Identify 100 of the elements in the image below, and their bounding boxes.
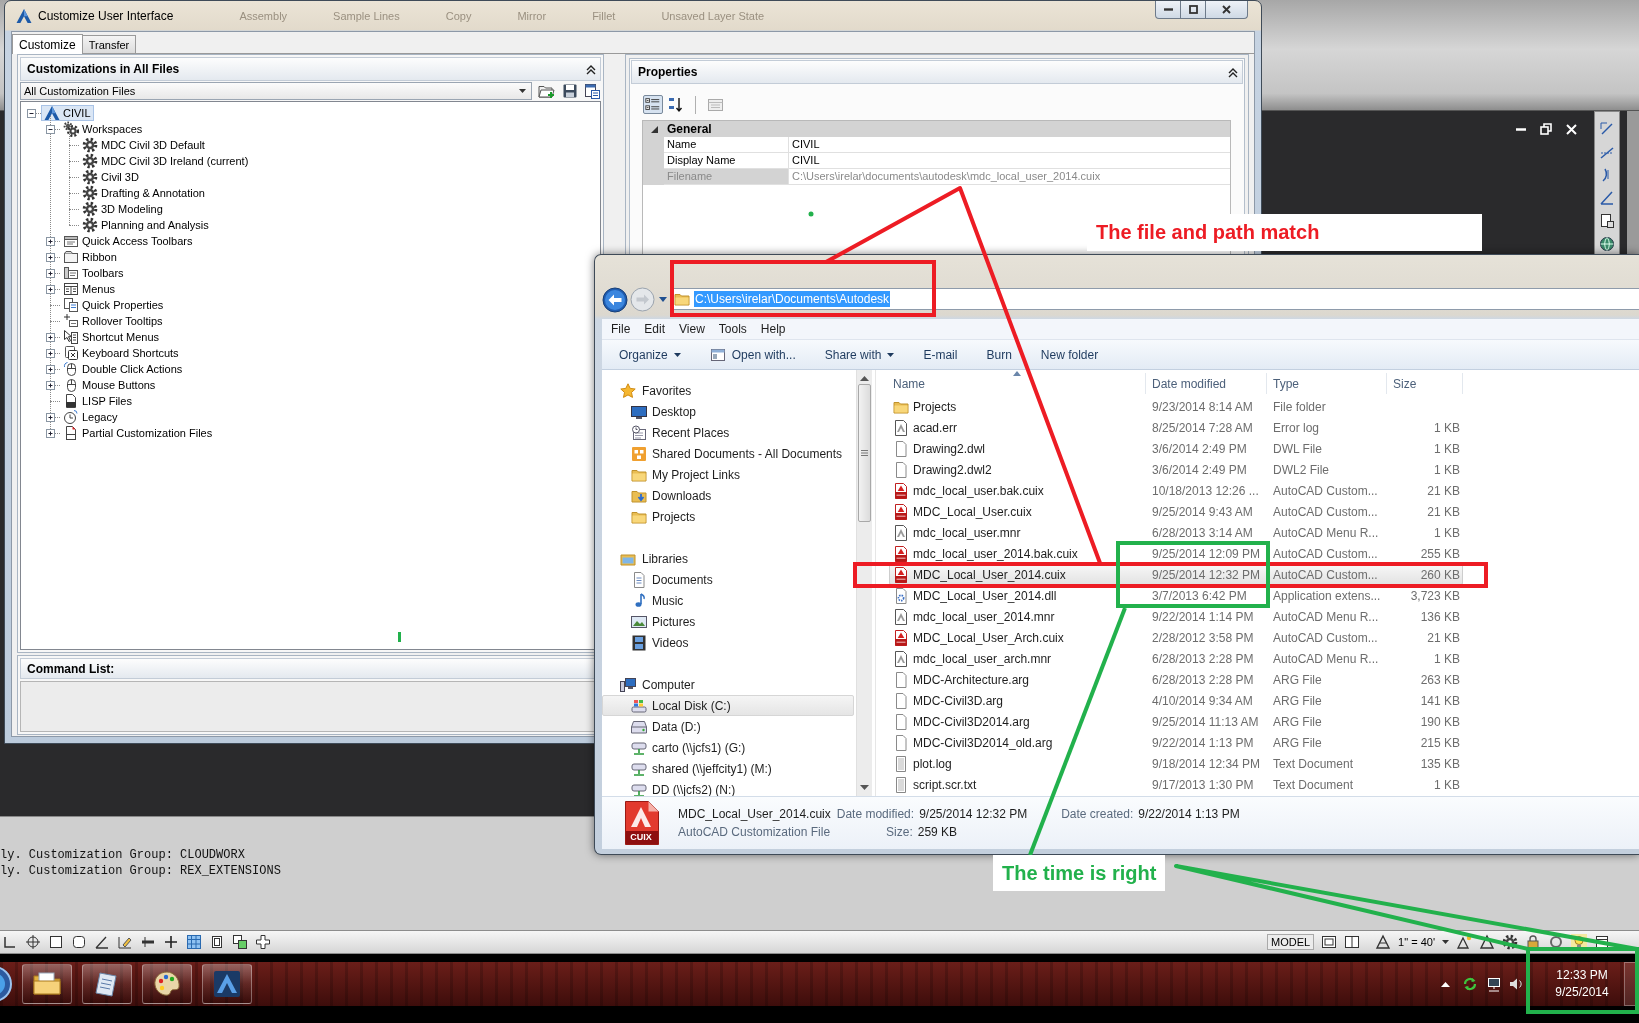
slanted-line-icon[interactable] (1599, 121, 1615, 137)
minus-box-icon[interactable] (46, 124, 55, 134)
target-icon[interactable] (25, 934, 41, 950)
sort-arrow-icon[interactable] (666, 95, 684, 114)
toolbar-button[interactable]: Share with (818, 342, 901, 367)
ring-icon[interactable] (1548, 934, 1564, 950)
taskbar-button[interactable] (22, 964, 72, 1004)
nav-item[interactable]: Music (602, 590, 854, 611)
minimize-icon[interactable] (1516, 127, 1526, 131)
plus-box-icon[interactable] (46, 268, 55, 278)
window-list-icon[interactable] (584, 82, 601, 100)
collapse-triangle-icon[interactable] (651, 125, 658, 133)
file-row[interactable]: Drawing2.dwl2 3/6/2014 2:49 PM DWL2 File 1 KB (889, 459, 1463, 480)
file-row[interactable]: Drawing2.dwl 3/6/2014 2:49 PM DWL File 1 KB (889, 438, 1463, 459)
close-button[interactable] (1205, 1, 1248, 19)
restore-icon[interactable] (1540, 123, 1552, 135)
plus-box-icon[interactable] (46, 332, 55, 342)
annotation-scale[interactable]: 1" = 40' (1398, 936, 1435, 948)
menu-item[interactable]: Tools (711, 322, 754, 336)
tree-item[interactable]: Workspaces (60, 121, 146, 137)
angle-icon[interactable] (94, 934, 110, 950)
nav-item[interactable]: DD (\\jcfs2) (N:) (602, 779, 854, 796)
file-row[interactable]: acad.err 8/25/2014 7:28 AM Error log 1 KB (889, 417, 1463, 438)
close-icon[interactable] (1566, 123, 1577, 135)
tree-item[interactable]: Menus (60, 281, 119, 297)
tree-item[interactable]: Legacy (60, 409, 121, 425)
toolbar-button[interactable]: Open with... (703, 342, 802, 367)
nav-item[interactable]: Recent Places (602, 422, 854, 443)
angle-icon[interactable] (1599, 190, 1615, 206)
file-row[interactable]: mdc_local_user.mnr 6/28/2013 3:14 AM AutoCAD Menu R... 1 KB (889, 522, 1463, 543)
file-row[interactable]: MDC-Architecture.arg 6/28/2013 2:28 PM ARG File 263 KB (889, 669, 1463, 690)
plus-box-icon[interactable] (46, 252, 55, 262)
tree-item[interactable]: Keyboard Shortcuts (60, 345, 182, 361)
sync-arrows-icon[interactable] (1462, 976, 1478, 992)
back-arrow-icon[interactable] (602, 287, 628, 313)
plus-box-icon[interactable] (46, 348, 55, 358)
nav-item[interactable]: Computer (602, 674, 854, 695)
line-weight-icon[interactable] (140, 934, 156, 950)
window-icon[interactable] (1594, 934, 1610, 950)
nav-item[interactable]: Libraries (602, 548, 854, 569)
minus-box-icon[interactable] (27, 108, 36, 118)
tab[interactable]: Transfer (81, 35, 137, 53)
nav-item[interactable]: Desktop (602, 401, 854, 422)
lock-icon[interactable] (1525, 934, 1541, 950)
plus-box-icon[interactable] (46, 236, 55, 246)
tree-item[interactable]: Partial Customization Files (60, 425, 216, 441)
tree-item[interactable]: MDC Civil 3D Default (79, 137, 208, 153)
caret-icon[interactable] (659, 297, 667, 302)
open-folder-icon[interactable] (538, 83, 556, 99)
taskbar-button[interactable] (82, 964, 132, 1004)
sun-triangle-icon[interactable] (1456, 934, 1472, 950)
menu-item[interactable]: File (604, 322, 638, 336)
nav-item[interactable]: carto (\\jcfs1) (G:) (602, 737, 854, 758)
sheet-icon[interactable] (1599, 213, 1615, 229)
file-row[interactable]: MDC_Local_User_2014.dll 3/7/2013 6:42 PM Application extens... 3,723 KB (889, 585, 1463, 606)
nav-item[interactable]: Downloads (602, 485, 854, 506)
caret-icon[interactable] (1442, 940, 1449, 944)
toolbar-button[interactable]: Burn (980, 342, 1018, 367)
speaker-icon[interactable] (1510, 978, 1524, 990)
tree-item[interactable]: Planning and Analysis (79, 217, 212, 233)
nav-item[interactable]: My Project Links (602, 464, 854, 485)
taskbar-button[interactable] (202, 964, 252, 1004)
down-arrow-icon[interactable] (860, 785, 869, 790)
collapse-icon[interactable] (586, 63, 596, 75)
menu-item[interactable]: View (672, 322, 712, 336)
toolbar-button[interactable]: New folder (1034, 342, 1105, 367)
menu-item[interactable]: Help (753, 322, 793, 336)
file-row[interactable]: MDC-Civil3D2014_old.arg 9/22/2014 1:13 PM ARG File 215 KB (889, 732, 1463, 753)
taskbar-button[interactable] (142, 964, 192, 1004)
toolbar-button[interactable]: Organize (613, 342, 687, 367)
nav-item[interactable]: Videos (602, 632, 854, 653)
tree-item[interactable]: Ribbon (60, 249, 120, 265)
file-row[interactable]: MDC-Civil3D2014.arg 9/25/2014 11:13 AM ARG File 190 KB (889, 711, 1463, 732)
nav-item[interactable]: shared (\\jeffcity1) (M:) (602, 758, 854, 779)
stacked-squares-icon[interactable] (232, 934, 248, 950)
nav-item[interactable]: Projects (602, 506, 854, 527)
globe-icon[interactable] (1599, 236, 1615, 252)
gear-icon[interactable] (1502, 934, 1518, 950)
file-row[interactable]: mdc_local_user.bak.cuix 10/18/2013 12:26 ... AutoCAD Custom... 21 KB (889, 480, 1463, 501)
file-row[interactable]: MDC_Local_User.cuix 9/25/2014 9:43 AM AutoCAD Custom... 21 KB (889, 501, 1463, 522)
scrollbar-thumb[interactable] (858, 384, 871, 522)
diagonal-line-icon[interactable] (1599, 144, 1615, 160)
tree-item[interactable]: 3D Modeling (79, 201, 166, 217)
tab[interactable]: Customize (12, 34, 83, 54)
collapse-icon[interactable] (1228, 66, 1238, 78)
tree-item[interactable]: MDC Civil 3D Ireland (current) (79, 153, 252, 169)
nav-item[interactable]: Data (D:) (602, 716, 854, 737)
menu-item[interactable]: Edit (637, 322, 673, 336)
file-row[interactable]: mdc_local_user_2014.bak.cuix 9/25/2014 12:09 PM AutoCAD Custom... 255 KB (889, 543, 1463, 564)
pencil-angle-icon[interactable] (117, 934, 133, 950)
category-list-icon[interactable] (643, 95, 663, 114)
tree-item[interactable]: Rollover Tooltips (60, 313, 166, 329)
square-icon[interactable] (48, 934, 64, 950)
layout-icon[interactable] (1321, 934, 1338, 950)
file-filter-dropdown[interactable]: All Customization Files (20, 82, 532, 100)
tree-item[interactable]: Drafting & Annotation (79, 185, 208, 201)
up-arrow-icon[interactable] (1441, 981, 1450, 987)
file-row[interactable]: mdc_local_user_2014.mnr 9/22/2014 1:14 PM AutoCAD Menu R... 136 KB (889, 606, 1463, 627)
split-layout-icon[interactable] (1344, 934, 1361, 950)
maximize-button[interactable] (1180, 1, 1206, 19)
